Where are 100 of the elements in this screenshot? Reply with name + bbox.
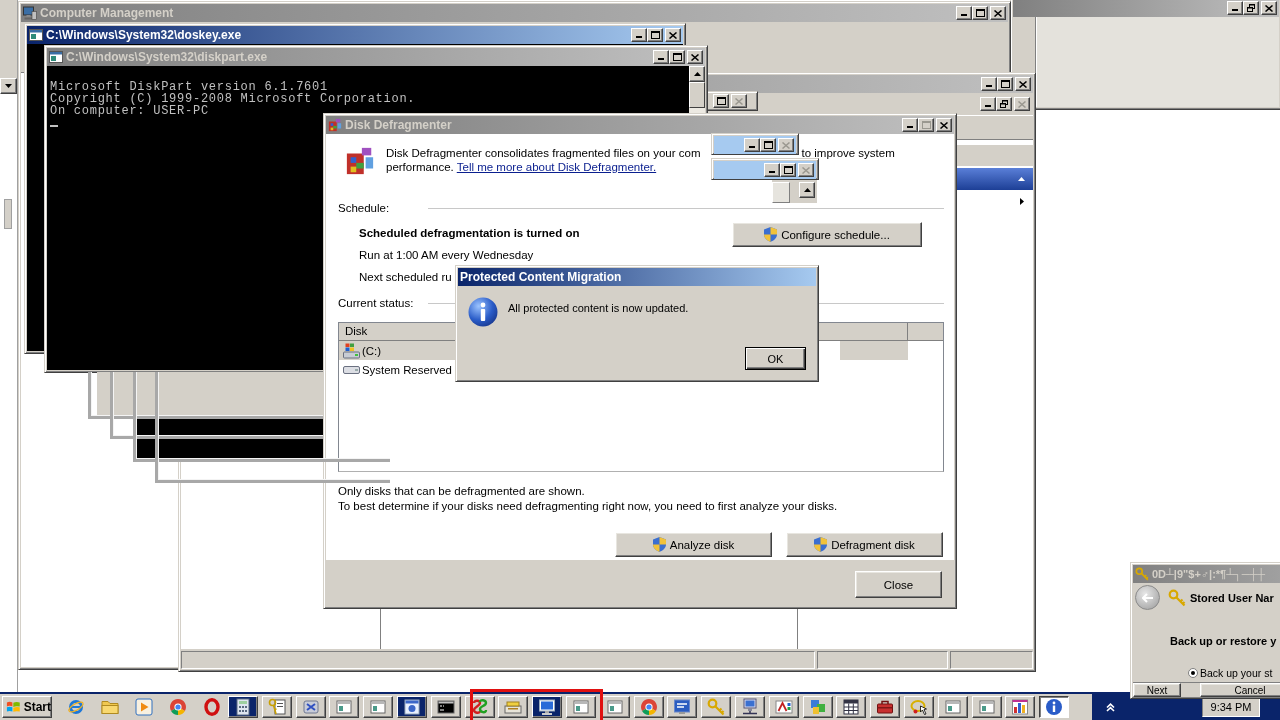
wizard-heading: Stored User Nar [1190, 591, 1274, 604]
computer-icon [23, 6, 37, 20]
minimize-button[interactable] [764, 163, 780, 177]
minimize-button[interactable] [744, 138, 760, 152]
minimize-button[interactable] [902, 118, 918, 132]
cancel-button[interactable]: Cancel [1200, 683, 1280, 697]
chevron-up-icon[interactable] [1106, 702, 1115, 712]
maximize-button[interactable] [647, 28, 663, 42]
window-icon [335, 698, 354, 716]
scroll-thumb[interactable] [4, 199, 12, 229]
key-icon [707, 698, 726, 716]
minimize-button[interactable] [980, 97, 996, 111]
close-button[interactable] [1014, 97, 1030, 111]
maximize-button[interactable] [760, 138, 776, 152]
screen-icon [673, 698, 692, 716]
minimize-icon [749, 146, 755, 148]
minimize-icon [985, 105, 991, 107]
restore-button[interactable] [996, 97, 1012, 111]
window-title: Computer Management [40, 6, 174, 20]
maximize-icon [716, 97, 726, 105]
minimize-button[interactable] [1227, 1, 1243, 15]
calculator-icon [234, 698, 252, 716]
close-icon [1265, 4, 1273, 12]
minimize-icon [636, 36, 642, 38]
close-icon [802, 166, 810, 174]
close-icon [1019, 80, 1027, 88]
maximize-icon [783, 166, 793, 174]
close-button[interactable] [687, 50, 703, 64]
caret-up-icon [803, 188, 811, 192]
section-header[interactable] [957, 168, 1033, 190]
close-icon [1018, 100, 1026, 108]
restore-icon [1000, 100, 1008, 108]
close-icon [669, 31, 677, 39]
note-text: Only disks that can be defragmented are shown. [338, 484, 585, 499]
caret-up-icon [1018, 177, 1025, 181]
close-icon [691, 53, 699, 61]
console-line: Microsoft DiskPart version 6.1.7601 [50, 81, 328, 93]
program-icon [301, 698, 320, 716]
console-window-icon [29, 29, 43, 41]
back-button[interactable] [1135, 585, 1160, 610]
blocks-icon [345, 146, 375, 176]
close-button[interactable] [798, 163, 814, 177]
keys-icon [267, 698, 286, 716]
tiles-icon [808, 698, 827, 716]
maximize-button[interactable] [780, 163, 796, 177]
segmented-circle-icon[interactable] [169, 698, 187, 716]
info-icon [1045, 698, 1064, 716]
console-line: Copyright (C) 1999-2008 Microsoft Corporation. [50, 93, 416, 105]
close-button[interactable] [1261, 1, 1277, 15]
description-text: Disk Defragmenter consolidates fragmented files on your com [386, 146, 701, 160]
minimize-button[interactable] [956, 6, 972, 20]
window-icon [605, 698, 624, 716]
window-icon [977, 698, 996, 716]
close-icon [940, 121, 948, 129]
monitor-icon [538, 698, 557, 716]
close-button[interactable] [1015, 77, 1031, 91]
help-link[interactable]: Tell me more about Disk Defragmenter. [456, 161, 657, 173]
list-item[interactable]: System Reserved [339, 360, 455, 379]
radio-button[interactable] [1188, 668, 1198, 678]
close-button[interactable] [936, 118, 952, 132]
close-dialog-button[interactable]: Close [855, 571, 942, 598]
maximize-button[interactable] [918, 118, 934, 132]
description-text: to improve system [801, 146, 895, 160]
font-icon [774, 698, 793, 716]
ring-icon[interactable] [203, 698, 221, 716]
maximize-icon [975, 9, 985, 17]
maximize-button[interactable] [997, 77, 1013, 91]
ok-button[interactable]: OK [745, 347, 806, 370]
close-button[interactable] [778, 138, 794, 152]
toolbox-icon [876, 698, 895, 716]
back-arrow-icon [1141, 592, 1154, 603]
close-button[interactable] [990, 6, 1006, 20]
bar-chart-icon [1011, 698, 1030, 716]
maximize-icon [921, 121, 931, 129]
list-item[interactable]: (C:) [339, 341, 455, 360]
start-button[interactable]: Start [2, 696, 52, 718]
key-icon [1135, 567, 1149, 581]
analyze-disk-button[interactable]: Analyze disk [615, 532, 772, 557]
section-heading: Back up or restore y [1169, 634, 1277, 648]
minimize-icon [907, 126, 913, 128]
maximize-button[interactable] [669, 50, 685, 64]
defragment-disk-button[interactable]: Defragment disk [786, 532, 943, 557]
scroll-up-button[interactable] [799, 182, 815, 198]
restore-button[interactable] [1243, 1, 1259, 15]
close-button[interactable] [665, 28, 681, 42]
configure-schedule-button[interactable]: Configure schedule... [732, 222, 922, 247]
scroll-down-button[interactable] [0, 78, 17, 94]
orbit-icon[interactable] [67, 698, 85, 716]
caret-down-icon [5, 84, 12, 88]
maximize-button[interactable] [972, 6, 988, 20]
taskbar-button[interactable] [1039, 696, 1070, 718]
maximize-button[interactable] [713, 94, 729, 108]
console-line: On computer: USER-PC [50, 105, 209, 117]
play-icon[interactable] [135, 698, 153, 716]
scroll-up-button[interactable] [689, 66, 705, 82]
close-button[interactable] [731, 94, 747, 108]
minimize-button[interactable] [981, 77, 997, 91]
minimize-button[interactable] [653, 50, 669, 64]
minimize-button[interactable] [631, 28, 647, 42]
next-button[interactable]: Next [1133, 683, 1181, 697]
